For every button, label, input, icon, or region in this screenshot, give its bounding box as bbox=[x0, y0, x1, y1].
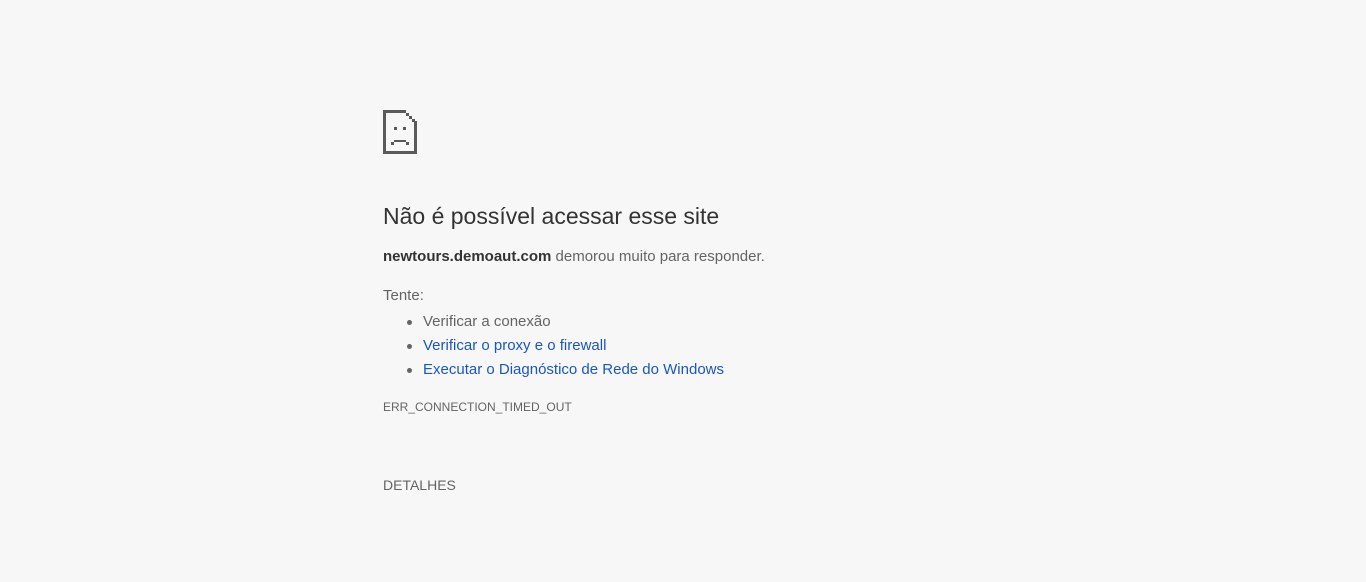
error-main-content: Não é possível acessar esse site newtour… bbox=[383, 110, 1083, 493]
try-label: Tente: bbox=[383, 287, 424, 304]
page-title: Não é possível acessar esse site bbox=[383, 203, 720, 229]
error-description: newtours.demoaut.com demorou muito para … bbox=[383, 247, 765, 267]
suggestion-network-diagnostics: Executar o Diagnóstico de Rede do Window… bbox=[407, 358, 724, 382]
suggestion-check-connection: Verificar a conexão bbox=[407, 310, 724, 334]
host-name: newtours.demoaut.com bbox=[383, 248, 552, 265]
network-diagnostics-link[interactable]: Executar o Diagnóstico de Rede do Window… bbox=[423, 361, 724, 378]
error-code: ERR_CONNECTION_TIMED_OUT bbox=[383, 400, 572, 414]
details-button[interactable]: DETALHES bbox=[383, 476, 456, 494]
suggestion-text: Verificar a conexão bbox=[423, 313, 551, 330]
suggestions-list: Verificar a conexão Verificar o proxy e … bbox=[383, 310, 724, 382]
sad-page-icon bbox=[383, 110, 417, 154]
suggestion-check-proxy: Verificar o proxy e o firewall bbox=[407, 334, 724, 358]
host-suffix: demorou muito para responder. bbox=[551, 248, 765, 265]
check-proxy-link[interactable]: Verificar o proxy e o firewall bbox=[423, 337, 606, 354]
